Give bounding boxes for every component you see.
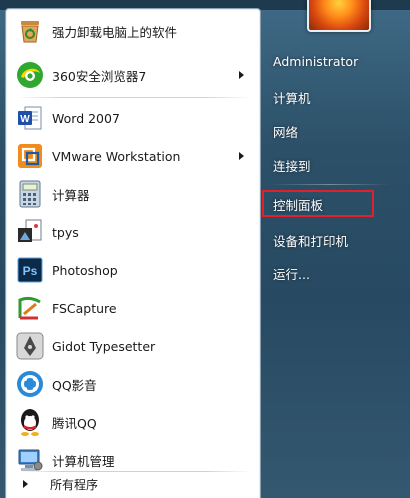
qq-player-icon bbox=[14, 368, 46, 400]
program-item-qq[interactable]: 腾讯QQ bbox=[10, 404, 256, 440]
svg-text:Ps: Ps bbox=[23, 264, 38, 278]
program-label: 计算器 bbox=[52, 187, 90, 203]
expand-arrow-icon bbox=[23, 480, 28, 488]
link-administrator[interactable]: Administrator bbox=[266, 48, 406, 74]
program-label: Gidot Typesetter bbox=[52, 338, 156, 354]
link-devices-and-printers[interactable]: 设备和打印机 bbox=[266, 227, 406, 253]
link-run[interactable]: 运行... bbox=[266, 260, 406, 286]
highlight-box bbox=[262, 190, 374, 217]
program-label: tpys bbox=[52, 224, 79, 240]
vmware-icon bbox=[14, 140, 46, 172]
gidot-icon bbox=[14, 330, 46, 362]
programs-pane: 强力卸载电脑上的软件 360安全浏览器7 W Word 2007 VMware … bbox=[5, 8, 261, 498]
program-label: 计算机管理 bbox=[52, 453, 115, 469]
360-browser-icon bbox=[14, 59, 46, 91]
calculator-icon bbox=[14, 178, 46, 210]
photoshop-icon: Ps bbox=[14, 254, 46, 286]
program-item-vmware[interactable]: VMware Workstation bbox=[10, 138, 256, 174]
word-icon: W bbox=[14, 102, 46, 134]
program-label: 强力卸载电脑上的软件 bbox=[52, 24, 178, 40]
tpys-icon bbox=[14, 216, 46, 248]
program-item-tpys[interactable]: tpys bbox=[10, 214, 256, 250]
program-item-gidot[interactable]: Gidot Typesetter bbox=[10, 328, 256, 364]
start-menu: 强力卸载电脑上的软件 360安全浏览器7 W Word 2007 VMware … bbox=[0, 0, 410, 498]
divider bbox=[270, 184, 390, 185]
program-label: 360安全浏览器7 bbox=[52, 68, 147, 84]
program-label: Word 2007 bbox=[52, 110, 120, 126]
svg-text:W: W bbox=[20, 114, 30, 125]
program-item-uninstaller[interactable]: 强力卸载电脑上的软件 bbox=[10, 13, 256, 49]
user-picture[interactable] bbox=[307, 0, 371, 32]
program-item-fscapture[interactable]: FSCapture bbox=[10, 290, 256, 326]
program-label: 腾讯QQ bbox=[52, 415, 97, 431]
divider bbox=[16, 97, 252, 98]
program-item-qq-player[interactable]: QQ影音 bbox=[10, 366, 256, 402]
program-label: Photoshop bbox=[52, 262, 118, 278]
program-label: QQ影音 bbox=[52, 377, 97, 393]
program-label: VMware Workstation bbox=[52, 148, 181, 164]
qq-icon bbox=[14, 406, 46, 438]
program-label: FSCapture bbox=[52, 300, 117, 316]
fscapture-icon bbox=[14, 292, 46, 324]
submenu-arrow-icon[interactable] bbox=[239, 71, 244, 79]
all-programs-button[interactable]: 所有程序 bbox=[5, 470, 259, 498]
program-item-word[interactable]: W Word 2007 bbox=[10, 100, 256, 136]
program-item-calculator[interactable]: 计算器 bbox=[10, 176, 256, 212]
submenu-arrow-icon[interactable] bbox=[239, 152, 244, 160]
program-item-photoshop[interactable]: Ps Photoshop bbox=[10, 252, 256, 288]
link-connect-to[interactable]: 连接到 bbox=[266, 152, 406, 178]
link-network[interactable]: 网络 bbox=[266, 118, 406, 144]
uninstall-icon bbox=[14, 15, 46, 47]
program-item-360-browser[interactable]: 360安全浏览器7 bbox=[10, 57, 256, 93]
all-programs-label: 所有程序 bbox=[50, 477, 99, 492]
link-computer[interactable]: 计算机 bbox=[266, 84, 406, 110]
